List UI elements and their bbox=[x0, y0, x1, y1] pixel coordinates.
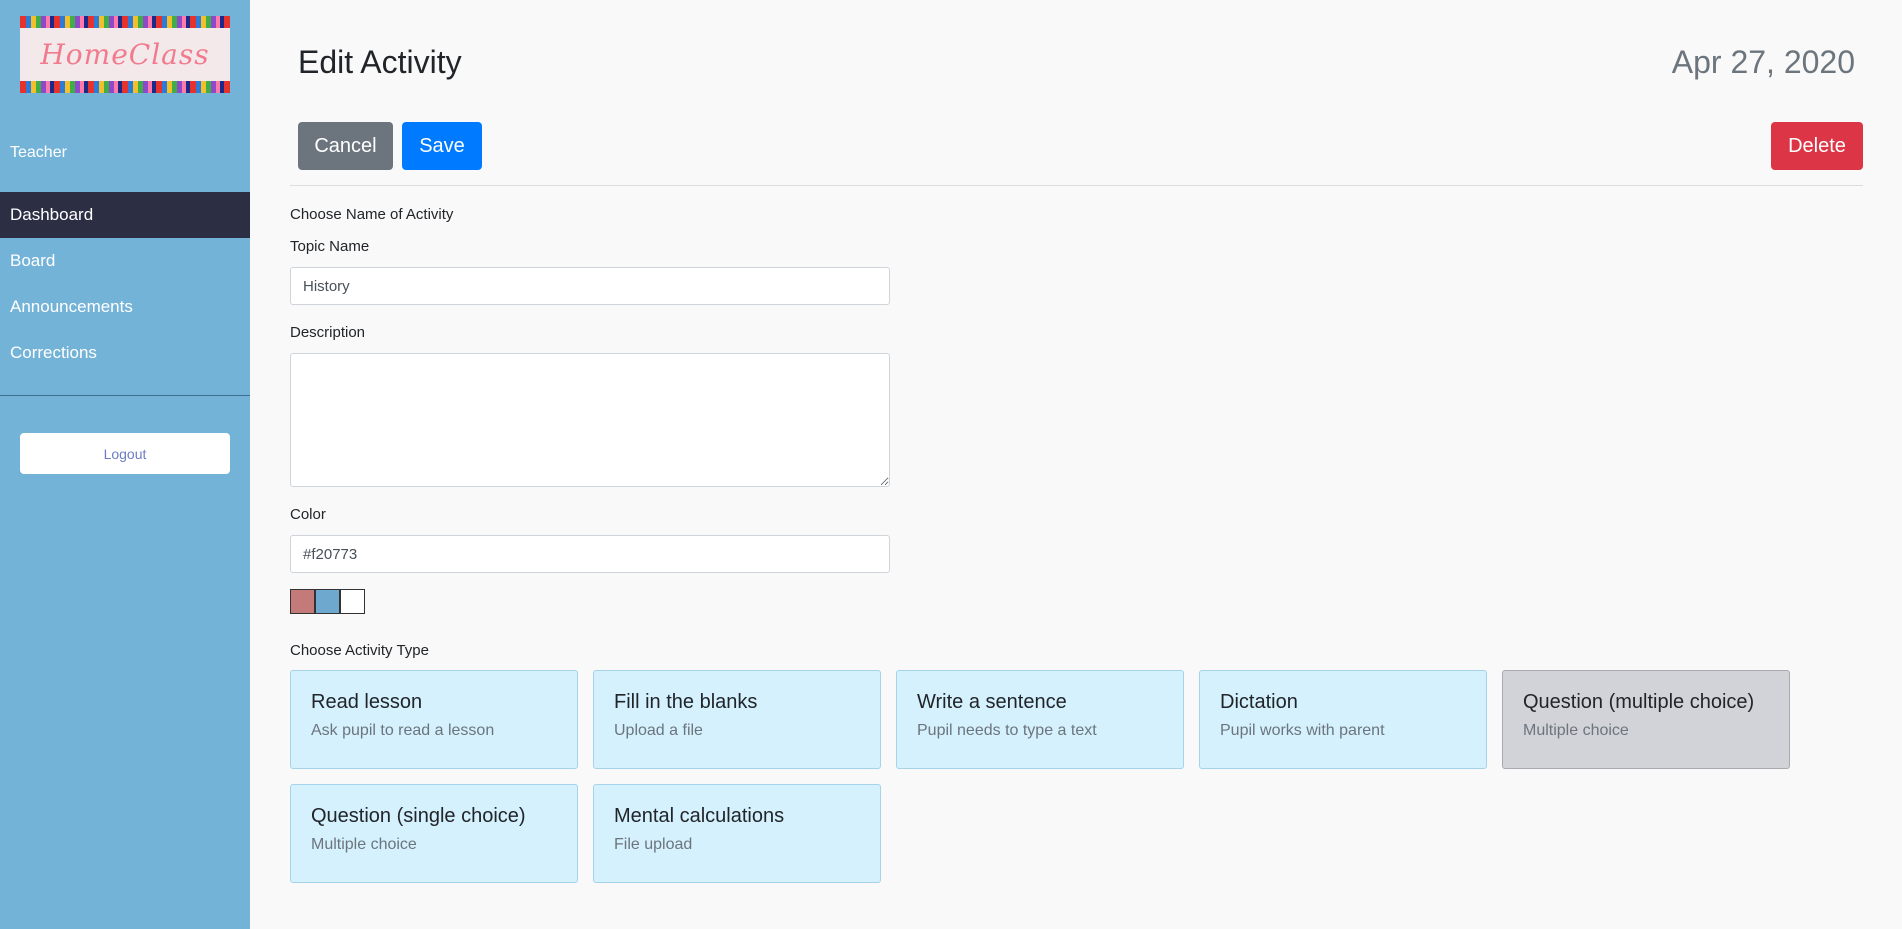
logout-button[interactable]: Logout bbox=[20, 433, 230, 474]
description-textarea[interactable] bbox=[290, 353, 890, 487]
activity-card-subtitle: Pupil works with parent bbox=[1220, 722, 1385, 739]
activity-card-title: Read lesson bbox=[311, 691, 423, 713]
color-swatch[interactable] bbox=[290, 589, 315, 614]
topic-name-label: Topic Name bbox=[290, 238, 370, 255]
activity-card-subtitle: Ask pupil to read a lesson bbox=[311, 722, 495, 739]
color-swatch[interactable] bbox=[340, 589, 365, 614]
activity-card-question-single[interactable]: Question (single choice) Multiple choice bbox=[290, 784, 578, 883]
cancel-button[interactable]: Cancel bbox=[298, 122, 393, 170]
logo-decoration-bottom bbox=[20, 81, 230, 93]
sidebar: HomeClass Teacher Dashboard Board Announ… bbox=[0, 0, 250, 929]
description-label: Description bbox=[290, 324, 366, 341]
section-name-label: Choose Name of Activity bbox=[290, 206, 454, 223]
activity-card-question-multiple[interactable]: Question (multiple choice) Multiple choi… bbox=[1502, 670, 1790, 769]
sidebar-item-announcements[interactable]: Announcements bbox=[0, 284, 250, 330]
sidebar-item-board[interactable]: Board bbox=[0, 238, 250, 284]
user-role: Teacher bbox=[10, 144, 67, 161]
activity-card-fill-blanks[interactable]: Fill in the blanks Upload a file bbox=[593, 670, 881, 769]
page-title: Edit Activity bbox=[298, 44, 462, 80]
activity-card-subtitle: Pupil needs to type a text bbox=[917, 722, 1097, 739]
activity-card-title: Question (single choice) bbox=[311, 805, 526, 827]
activity-card-title: Question (multiple choice) bbox=[1523, 691, 1755, 713]
sidebar-item-corrections[interactable]: Corrections bbox=[0, 330, 250, 376]
activity-card-mental-calculations[interactable]: Mental calculations File upload bbox=[593, 784, 881, 883]
logo-decoration-top bbox=[20, 16, 230, 28]
logo-wordmark: HomeClass bbox=[40, 38, 210, 71]
save-button[interactable]: Save bbox=[402, 122, 482, 170]
activity-card-subtitle: Multiple choice bbox=[1523, 722, 1629, 739]
color-label: Color bbox=[290, 506, 326, 523]
color-input[interactable] bbox=[290, 535, 890, 573]
sidebar-item-dashboard[interactable]: Dashboard bbox=[0, 192, 250, 238]
activity-card-subtitle: Multiple choice bbox=[311, 836, 417, 853]
homeclass-logo[interactable]: HomeClass bbox=[20, 16, 230, 93]
activity-type-label: Choose Activity Type bbox=[290, 642, 429, 659]
topic-name-input[interactable] bbox=[290, 267, 890, 305]
activity-card-title: Mental calculations bbox=[614, 805, 785, 827]
activity-card-write-sentence[interactable]: Write a sentence Pupil needs to type a t… bbox=[896, 670, 1184, 769]
activity-card-title: Fill in the blanks bbox=[614, 691, 758, 713]
color-swatch[interactable] bbox=[315, 589, 340, 614]
activity-card-dictation[interactable]: Dictation Pupil works with parent bbox=[1199, 670, 1487, 769]
activity-card-subtitle: File upload bbox=[614, 836, 693, 853]
activity-card-subtitle: Upload a file bbox=[614, 722, 703, 739]
sidebar-nav: Dashboard Board Announcements Correction… bbox=[0, 192, 250, 376]
activity-card-title: Write a sentence bbox=[917, 691, 1067, 713]
color-swatches bbox=[290, 589, 365, 614]
delete-button[interactable]: Delete bbox=[1771, 122, 1863, 170]
toolbar-divider bbox=[290, 185, 1863, 186]
activity-card-title: Dictation bbox=[1220, 691, 1298, 713]
activity-card-read-lesson[interactable]: Read lesson Ask pupil to read a lesson bbox=[290, 670, 578, 769]
activity-date: Apr 27, 2020 bbox=[1671, 44, 1855, 80]
sidebar-divider bbox=[0, 395, 250, 396]
